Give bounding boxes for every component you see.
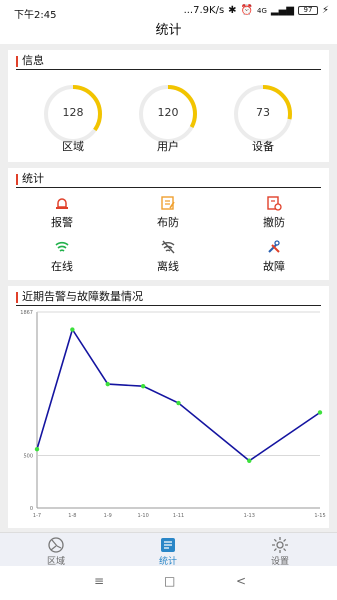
network-speed: ...7.9K/s (183, 5, 225, 16)
signal-label: 4G (257, 6, 267, 15)
bottom-tab-bar: 区域 统计 设置 (0, 532, 337, 567)
gauge-users[interactable]: 120 (136, 82, 200, 146)
x-tick-label: 1-8 (68, 513, 76, 519)
bluetooth-icon: ✱ (228, 5, 237, 16)
back-nav-button[interactable]: < (236, 574, 246, 588)
trend-card-title: 近期告警与故障数量情况 (16, 290, 321, 306)
gauge-label: 区域 (62, 140, 84, 153)
disarm-label: 撤防 (263, 216, 285, 229)
gauge-label: 设备 (252, 140, 274, 153)
y-tick-label: 1867 (20, 310, 33, 316)
tab-stats[interactable]: 统计 (138, 536, 198, 567)
trend-line-chart: 0 500 1867 1-7 1-8 1-9 1-10 1-11 1-13 1-15 (20, 310, 325, 519)
tab-region[interactable]: 区域 (26, 536, 86, 567)
tab-settings[interactable]: 设置 (250, 536, 310, 567)
battery-level: 97 (303, 6, 313, 14)
menu-nav-button[interactable]: ≡ (94, 574, 104, 588)
info-card-title: 信息 (16, 54, 321, 70)
status-bar: 下午2:45 ...7.9K/s ✱ ⏰ 4G ▂▄▆ 97 ⚡ (0, 0, 337, 22)
gauge-label: 用户 (157, 140, 179, 153)
disarm-icon (244, 194, 304, 212)
system-nav-bar: ≡ □ < (0, 566, 337, 600)
stats-icon (138, 536, 198, 554)
wifi-off-icon (138, 238, 198, 256)
arm-button[interactable]: 布防 (138, 194, 198, 230)
x-tick-label: 1-13 (244, 513, 255, 519)
data-point (176, 400, 181, 406)
signal-icon: ▂▄▆ (270, 5, 294, 16)
fault-button[interactable]: 故障 (244, 238, 304, 274)
alarm-icon (32, 194, 92, 212)
y-tick-label: 0 (30, 506, 33, 512)
disarm-button[interactable]: 撤防 (244, 194, 304, 230)
status-indicators: ...7.9K/s ✱ ⏰ 4G ▂▄▆ 97 ⚡ (184, 5, 329, 16)
fault-label: 故障 (263, 260, 285, 273)
series-line (36, 327, 321, 462)
gauge-devices[interactable]: 73 (231, 82, 295, 146)
data-point (70, 327, 75, 332)
gauge-value: 120 (157, 106, 179, 119)
x-tick-label: 1-9 (104, 513, 112, 519)
x-tick-label: 1-15 (314, 513, 325, 519)
stats-card-title: 统计 (16, 172, 321, 188)
y-tick-label: 500 (23, 454, 33, 460)
region-icon (26, 536, 86, 554)
alarm-clock-icon: ⏰ (240, 5, 253, 16)
offline-label: 离线 (157, 260, 179, 273)
data-point (105, 381, 110, 387)
offline-button[interactable]: 离线 (138, 238, 198, 274)
gauge-value: 128 (62, 106, 84, 119)
online-button[interactable]: 在线 (32, 238, 92, 274)
home-nav-button[interactable]: □ (164, 574, 175, 588)
gear-icon (250, 536, 310, 554)
battery-icon: 97 (297, 6, 318, 15)
data-point (34, 447, 40, 452)
data-point (317, 410, 323, 415)
data-point (140, 384, 146, 389)
status-time: 下午2:45 (14, 10, 57, 21)
x-tick-label: 1-10 (137, 513, 148, 519)
charging-icon: ⚡ (321, 5, 329, 16)
gauge-region[interactable]: 128 (41, 82, 105, 146)
trend-card: 近期告警与故障数量情况 0 500 1867 1-7 1-8 1-9 1-10 1-11 1-1… (8, 286, 329, 528)
x-tick-label: 1-11 (173, 513, 184, 519)
stats-card: 统计 报警 布防 撤防 在线 离线 故障 (8, 168, 329, 280)
online-label: 在线 (51, 260, 73, 273)
arm-label: 布防 (157, 216, 179, 229)
x-tick-label: 1-7 (33, 513, 41, 519)
tools-icon (244, 238, 304, 256)
alarm-button[interactable]: 报警 (32, 194, 92, 230)
arm-icon (138, 194, 198, 212)
gauge-value: 73 (256, 106, 270, 119)
wifi-icon (32, 238, 92, 256)
app-bar: 统计 (0, 22, 337, 44)
info-card: 信息 128 区域 120 用户 73 设备 (8, 50, 329, 162)
data-point (247, 458, 252, 463)
page-title: 统计 (155, 23, 182, 38)
alarm-label: 报警 (51, 216, 73, 229)
